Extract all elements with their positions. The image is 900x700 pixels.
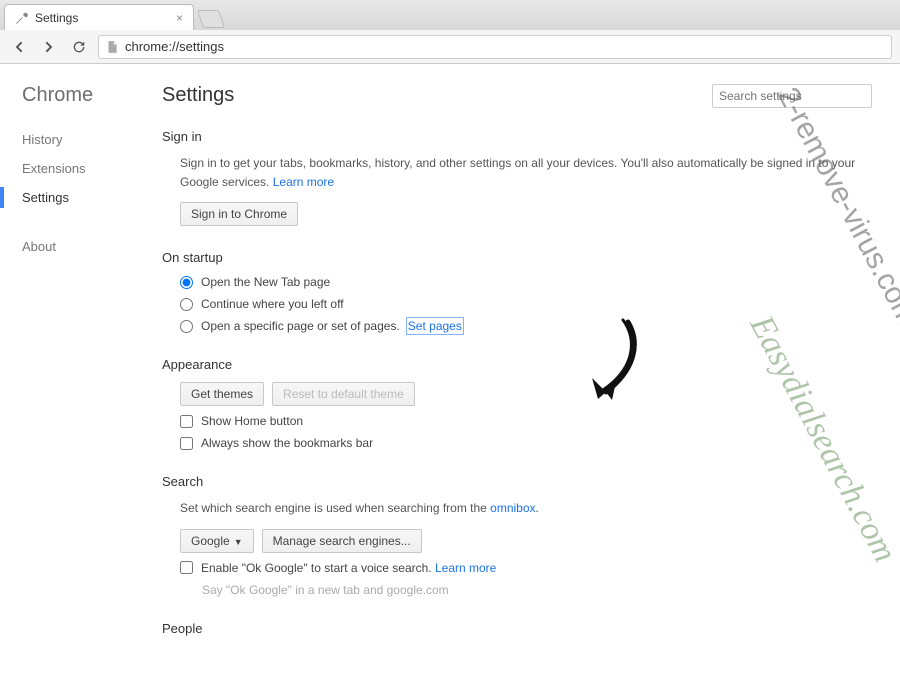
section-heading-appearance: Appearance	[162, 357, 872, 372]
section-search: Search Set which search engine is used w…	[162, 474, 872, 596]
section-signin: Sign in Sign in to get your tabs, bookma…	[162, 129, 872, 226]
section-startup: On startup Open the New Tab page Continu…	[162, 250, 872, 333]
signin-learn-more-link[interactable]: Learn more	[273, 175, 334, 189]
reload-button[interactable]	[68, 36, 90, 58]
startup-opt-specific[interactable]: Open a specific page or set of pages. Se…	[180, 319, 872, 333]
ok-google-learn-more-link[interactable]: Learn more	[435, 561, 496, 575]
sidebar-item-settings[interactable]: Settings	[22, 183, 150, 212]
show-bookmarks-checkbox[interactable]	[180, 437, 193, 450]
manage-search-engines-button[interactable]: Manage search engines...	[262, 529, 422, 553]
get-themes-button[interactable]: Get themes	[180, 382, 264, 406]
section-heading-search: Search	[162, 474, 872, 489]
browser-tab-settings[interactable]: Settings ×	[4, 4, 194, 30]
set-pages-link[interactable]: Set pages	[408, 319, 462, 333]
new-tab-button[interactable]	[197, 10, 226, 28]
back-button[interactable]	[8, 36, 30, 58]
chevron-down-icon: ▼	[234, 537, 243, 547]
sidebar-item-extensions[interactable]: Extensions	[22, 154, 150, 183]
search-description: Set which search engine is used when sea…	[180, 499, 872, 518]
address-input[interactable]	[125, 39, 885, 54]
signin-description: Sign in to get your tabs, bookmarks, his…	[180, 154, 872, 192]
page-icon	[105, 40, 119, 54]
radio-newtab[interactable]	[180, 276, 193, 289]
browser-toolbar	[0, 30, 900, 64]
settings-main: Settings Sign in Sign in to get your tab…	[150, 64, 900, 700]
omnibox-link[interactable]: omnibox	[490, 501, 535, 515]
ok-google-hint: Say "Ok Google" in a new tab and google.…	[180, 583, 872, 597]
ok-google-checkbox[interactable]	[180, 561, 193, 574]
section-heading-startup: On startup	[162, 250, 872, 265]
startup-opt-newtab[interactable]: Open the New Tab page	[180, 275, 872, 289]
close-icon[interactable]: ×	[176, 11, 183, 25]
radio-continue[interactable]	[180, 298, 193, 311]
section-heading-people: People	[162, 621, 872, 636]
browser-tabbar: Settings ×	[0, 0, 900, 30]
show-home-checkbox-row[interactable]: Show Home button	[180, 414, 872, 428]
forward-button[interactable]	[38, 36, 60, 58]
show-home-checkbox[interactable]	[180, 415, 193, 428]
sidebar-heading: Chrome	[22, 84, 150, 107]
startup-opt-continue[interactable]: Continue where you left off	[180, 297, 872, 311]
ok-google-checkbox-row[interactable]: Enable "Ok Google" to start a voice sear…	[180, 561, 872, 575]
reset-theme-button[interactable]: Reset to default theme	[272, 382, 415, 406]
sidebar-item-history[interactable]: History	[22, 125, 150, 154]
content-area: Chrome History Extensions Settings About…	[0, 64, 900, 700]
search-settings-box[interactable]	[712, 84, 872, 108]
section-heading-signin: Sign in	[162, 129, 872, 144]
sidebar-item-about[interactable]: About	[22, 232, 150, 261]
section-appearance: Appearance Get themes Reset to default t…	[162, 357, 872, 450]
tab-title: Settings	[35, 11, 78, 25]
sidebar: Chrome History Extensions Settings About	[0, 64, 150, 700]
show-bookmarks-checkbox-row[interactable]: Always show the bookmarks bar	[180, 436, 872, 450]
radio-specific[interactable]	[180, 320, 193, 333]
search-settings-input[interactable]	[719, 89, 865, 103]
wrench-icon	[15, 11, 29, 25]
address-bar[interactable]	[98, 35, 892, 59]
signin-button[interactable]: Sign in to Chrome	[180, 202, 298, 226]
search-engine-dropdown[interactable]: Google▼	[180, 529, 254, 553]
section-people: People	[162, 621, 872, 636]
